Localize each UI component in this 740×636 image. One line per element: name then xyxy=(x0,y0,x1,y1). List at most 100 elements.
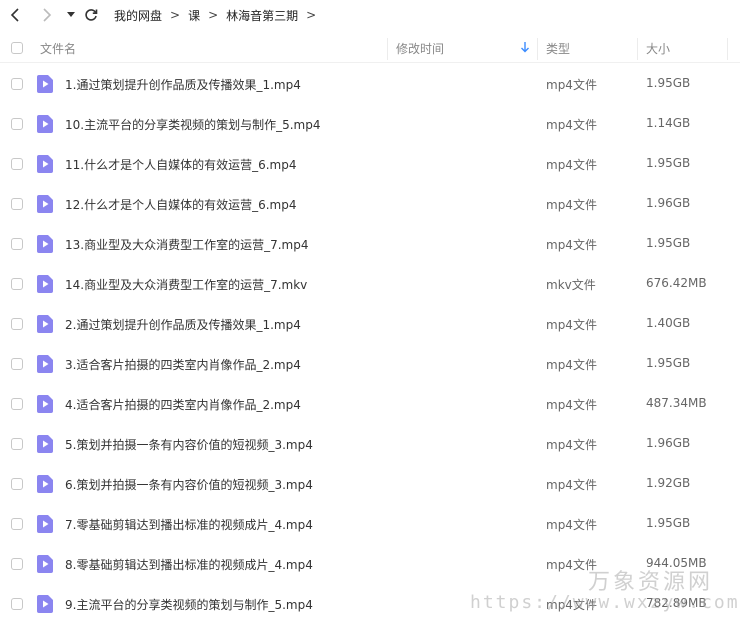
file-type: mp4文件 xyxy=(546,118,597,132)
file-row[interactable]: 7.零基础剪辑达到播出标准的视频成片_4.mp4 mp4文件 1.95GB xyxy=(0,504,740,544)
row-checkbox[interactable] xyxy=(11,598,23,610)
file-name[interactable]: 9.主流平台的分享类视频的策划与制作_5.mp4 xyxy=(65,596,313,613)
column-header-name[interactable]: 文件名 xyxy=(40,40,76,57)
file-type: mkv文件 xyxy=(546,278,596,292)
file-row[interactable]: 1.通过策划提升创作品质及传播效果_1.mp4 mp4文件 1.95GB xyxy=(0,64,740,104)
video-file-icon xyxy=(37,235,53,253)
file-row[interactable]: 3.适合客片拍摄的四类室内肖像作品_2.mp4 mp4文件 1.95GB xyxy=(0,344,740,384)
file-size: 1.96GB xyxy=(646,436,691,450)
file-row[interactable]: 12.什么才是个人自媒体的有效运营_6.mp4 mp4文件 1.96GB xyxy=(0,184,740,224)
select-all-checkbox[interactable] xyxy=(11,42,23,54)
file-type: mp4文件 xyxy=(546,78,597,92)
breadcrumb: 我的网盘 > 课 > 林海音第三期 > xyxy=(114,7,324,24)
file-size: 1.95GB xyxy=(646,156,691,170)
file-size: 1.95GB xyxy=(646,516,691,530)
file-type: mp4文件 xyxy=(546,318,597,332)
row-checkbox[interactable] xyxy=(11,358,23,370)
file-name[interactable]: 11.什么才是个人自媒体的有效运营_6.mp4 xyxy=(65,156,296,173)
column-divider[interactable] xyxy=(727,38,728,60)
video-file-icon xyxy=(37,155,53,173)
file-row[interactable]: 4.适合客片拍摄的四类室内肖像作品_2.mp4 mp4文件 487.34MB xyxy=(0,384,740,424)
file-type: mp4文件 xyxy=(546,198,597,212)
breadcrumb-item-current[interactable]: 林海音第三期 xyxy=(226,7,298,24)
file-row[interactable]: 11.什么才是个人自媒体的有效运营_6.mp4 mp4文件 1.95GB xyxy=(0,144,740,184)
file-name[interactable]: 5.策划并拍摄一条有内容价值的短视频_3.mp4 xyxy=(65,436,313,453)
file-size: 1.92GB xyxy=(646,476,691,490)
video-file-icon xyxy=(37,355,53,373)
file-row[interactable]: 13.商业型及大众消费型工作室的运营_7.mp4 mp4文件 1.95GB xyxy=(0,224,740,264)
file-type: mp4文件 xyxy=(546,438,597,452)
back-button[interactable] xyxy=(4,4,26,26)
video-file-icon xyxy=(37,435,53,453)
file-type: mp4文件 xyxy=(546,158,597,172)
file-name[interactable]: 3.适合客片拍摄的四类室内肖像作品_2.mp4 xyxy=(65,356,301,373)
video-file-icon xyxy=(37,115,53,133)
video-file-icon xyxy=(37,515,53,533)
column-header-type[interactable]: 类型 xyxy=(546,40,570,57)
row-checkbox[interactable] xyxy=(11,318,23,330)
file-name[interactable]: 12.什么才是个人自媒体的有效运营_6.mp4 xyxy=(65,196,296,213)
video-file-icon xyxy=(37,555,53,573)
breadcrumb-separator: > xyxy=(208,8,219,22)
file-row[interactable]: 14.商业型及大众消费型工作室的运营_7.mkv mkv文件 676.42MB xyxy=(0,264,740,304)
watermark-url: https://www.wxzyw.com xyxy=(470,592,740,613)
file-row[interactable]: 6.策划并拍摄一条有内容价值的短视频_3.mp4 mp4文件 1.92GB xyxy=(0,464,740,504)
file-type: mp4文件 xyxy=(546,358,597,372)
row-checkbox[interactable] xyxy=(11,398,23,410)
file-size: 1.14GB xyxy=(646,116,691,130)
file-row[interactable]: 5.策划并拍摄一条有内容价值的短视频_3.mp4 mp4文件 1.96GB xyxy=(0,424,740,464)
row-checkbox[interactable] xyxy=(11,238,23,250)
file-type: mp4文件 xyxy=(546,238,597,252)
row-checkbox[interactable] xyxy=(11,518,23,530)
file-name[interactable]: 14.商业型及大众消费型工作室的运营_7.mkv xyxy=(65,276,307,293)
file-name[interactable]: 4.适合客片拍摄的四类室内肖像作品_2.mp4 xyxy=(65,396,301,413)
file-type: mp4文件 xyxy=(546,518,597,532)
video-file-icon xyxy=(37,595,53,613)
video-file-icon xyxy=(37,275,53,293)
row-checkbox[interactable] xyxy=(11,478,23,490)
file-name[interactable]: 10.主流平台的分享类视频的策划与制作_5.mp4 xyxy=(65,116,320,133)
file-size: 487.34MB xyxy=(646,396,707,410)
breadcrumb-separator: > xyxy=(306,8,317,22)
row-checkbox[interactable] xyxy=(11,278,23,290)
row-checkbox[interactable] xyxy=(11,198,23,210)
column-divider[interactable] xyxy=(637,38,638,60)
refresh-button[interactable] xyxy=(80,4,102,26)
file-row[interactable]: 2.通过策划提升创作品质及传播效果_1.mp4 mp4文件 1.40GB xyxy=(0,304,740,344)
video-file-icon xyxy=(37,315,53,333)
file-size: 676.42MB xyxy=(646,276,707,290)
file-name[interactable]: 8.零基础剪辑达到播出标准的视频成片_4.mp4 xyxy=(65,556,313,573)
breadcrumb-item-course[interactable]: 课 xyxy=(188,7,200,24)
refresh-icon xyxy=(85,9,98,21)
column-header-size[interactable]: 大小 xyxy=(646,40,670,57)
column-divider[interactable] xyxy=(537,38,538,60)
video-file-icon xyxy=(37,195,53,213)
row-checkbox[interactable] xyxy=(11,158,23,170)
sort-down-icon[interactable] xyxy=(520,40,530,54)
history-dropdown-button[interactable] xyxy=(64,4,78,26)
file-size: 1.96GB xyxy=(646,196,691,210)
row-checkbox[interactable] xyxy=(11,118,23,130)
file-name[interactable]: 2.通过策划提升创作品质及传播效果_1.mp4 xyxy=(65,316,301,333)
video-file-icon xyxy=(37,75,53,93)
file-name[interactable]: 6.策划并拍摄一条有内容价值的短视频_3.mp4 xyxy=(65,476,313,493)
row-checkbox[interactable] xyxy=(11,78,23,90)
forward-button[interactable] xyxy=(36,4,58,26)
column-divider[interactable] xyxy=(387,38,388,60)
video-file-icon xyxy=(37,475,53,493)
file-size: 1.95GB xyxy=(646,236,691,250)
file-size: 1.95GB xyxy=(646,76,691,90)
file-type: mp4文件 xyxy=(546,478,597,492)
file-name[interactable]: 1.通过策划提升创作品质及传播效果_1.mp4 xyxy=(65,76,301,93)
file-name[interactable]: 7.零基础剪辑达到播出标准的视频成片_4.mp4 xyxy=(65,516,313,533)
breadcrumb-item-root[interactable]: 我的网盘 xyxy=(114,7,162,24)
file-name[interactable]: 13.商业型及大众消费型工作室的运营_7.mp4 xyxy=(65,236,308,253)
file-list-header: 文件名 修改时间 类型 大小 xyxy=(0,34,740,63)
file-row[interactable]: 10.主流平台的分享类视频的策划与制作_5.mp4 mp4文件 1.14GB xyxy=(0,104,740,144)
row-checkbox[interactable] xyxy=(11,438,23,450)
video-file-icon xyxy=(37,395,53,413)
caret-down-icon xyxy=(67,12,75,17)
file-list: 1.通过策划提升创作品质及传播效果_1.mp4 mp4文件 1.95GB 10.主流平… xyxy=(0,64,740,624)
column-header-modified[interactable]: 修改时间 xyxy=(396,40,444,57)
row-checkbox[interactable] xyxy=(11,558,23,570)
